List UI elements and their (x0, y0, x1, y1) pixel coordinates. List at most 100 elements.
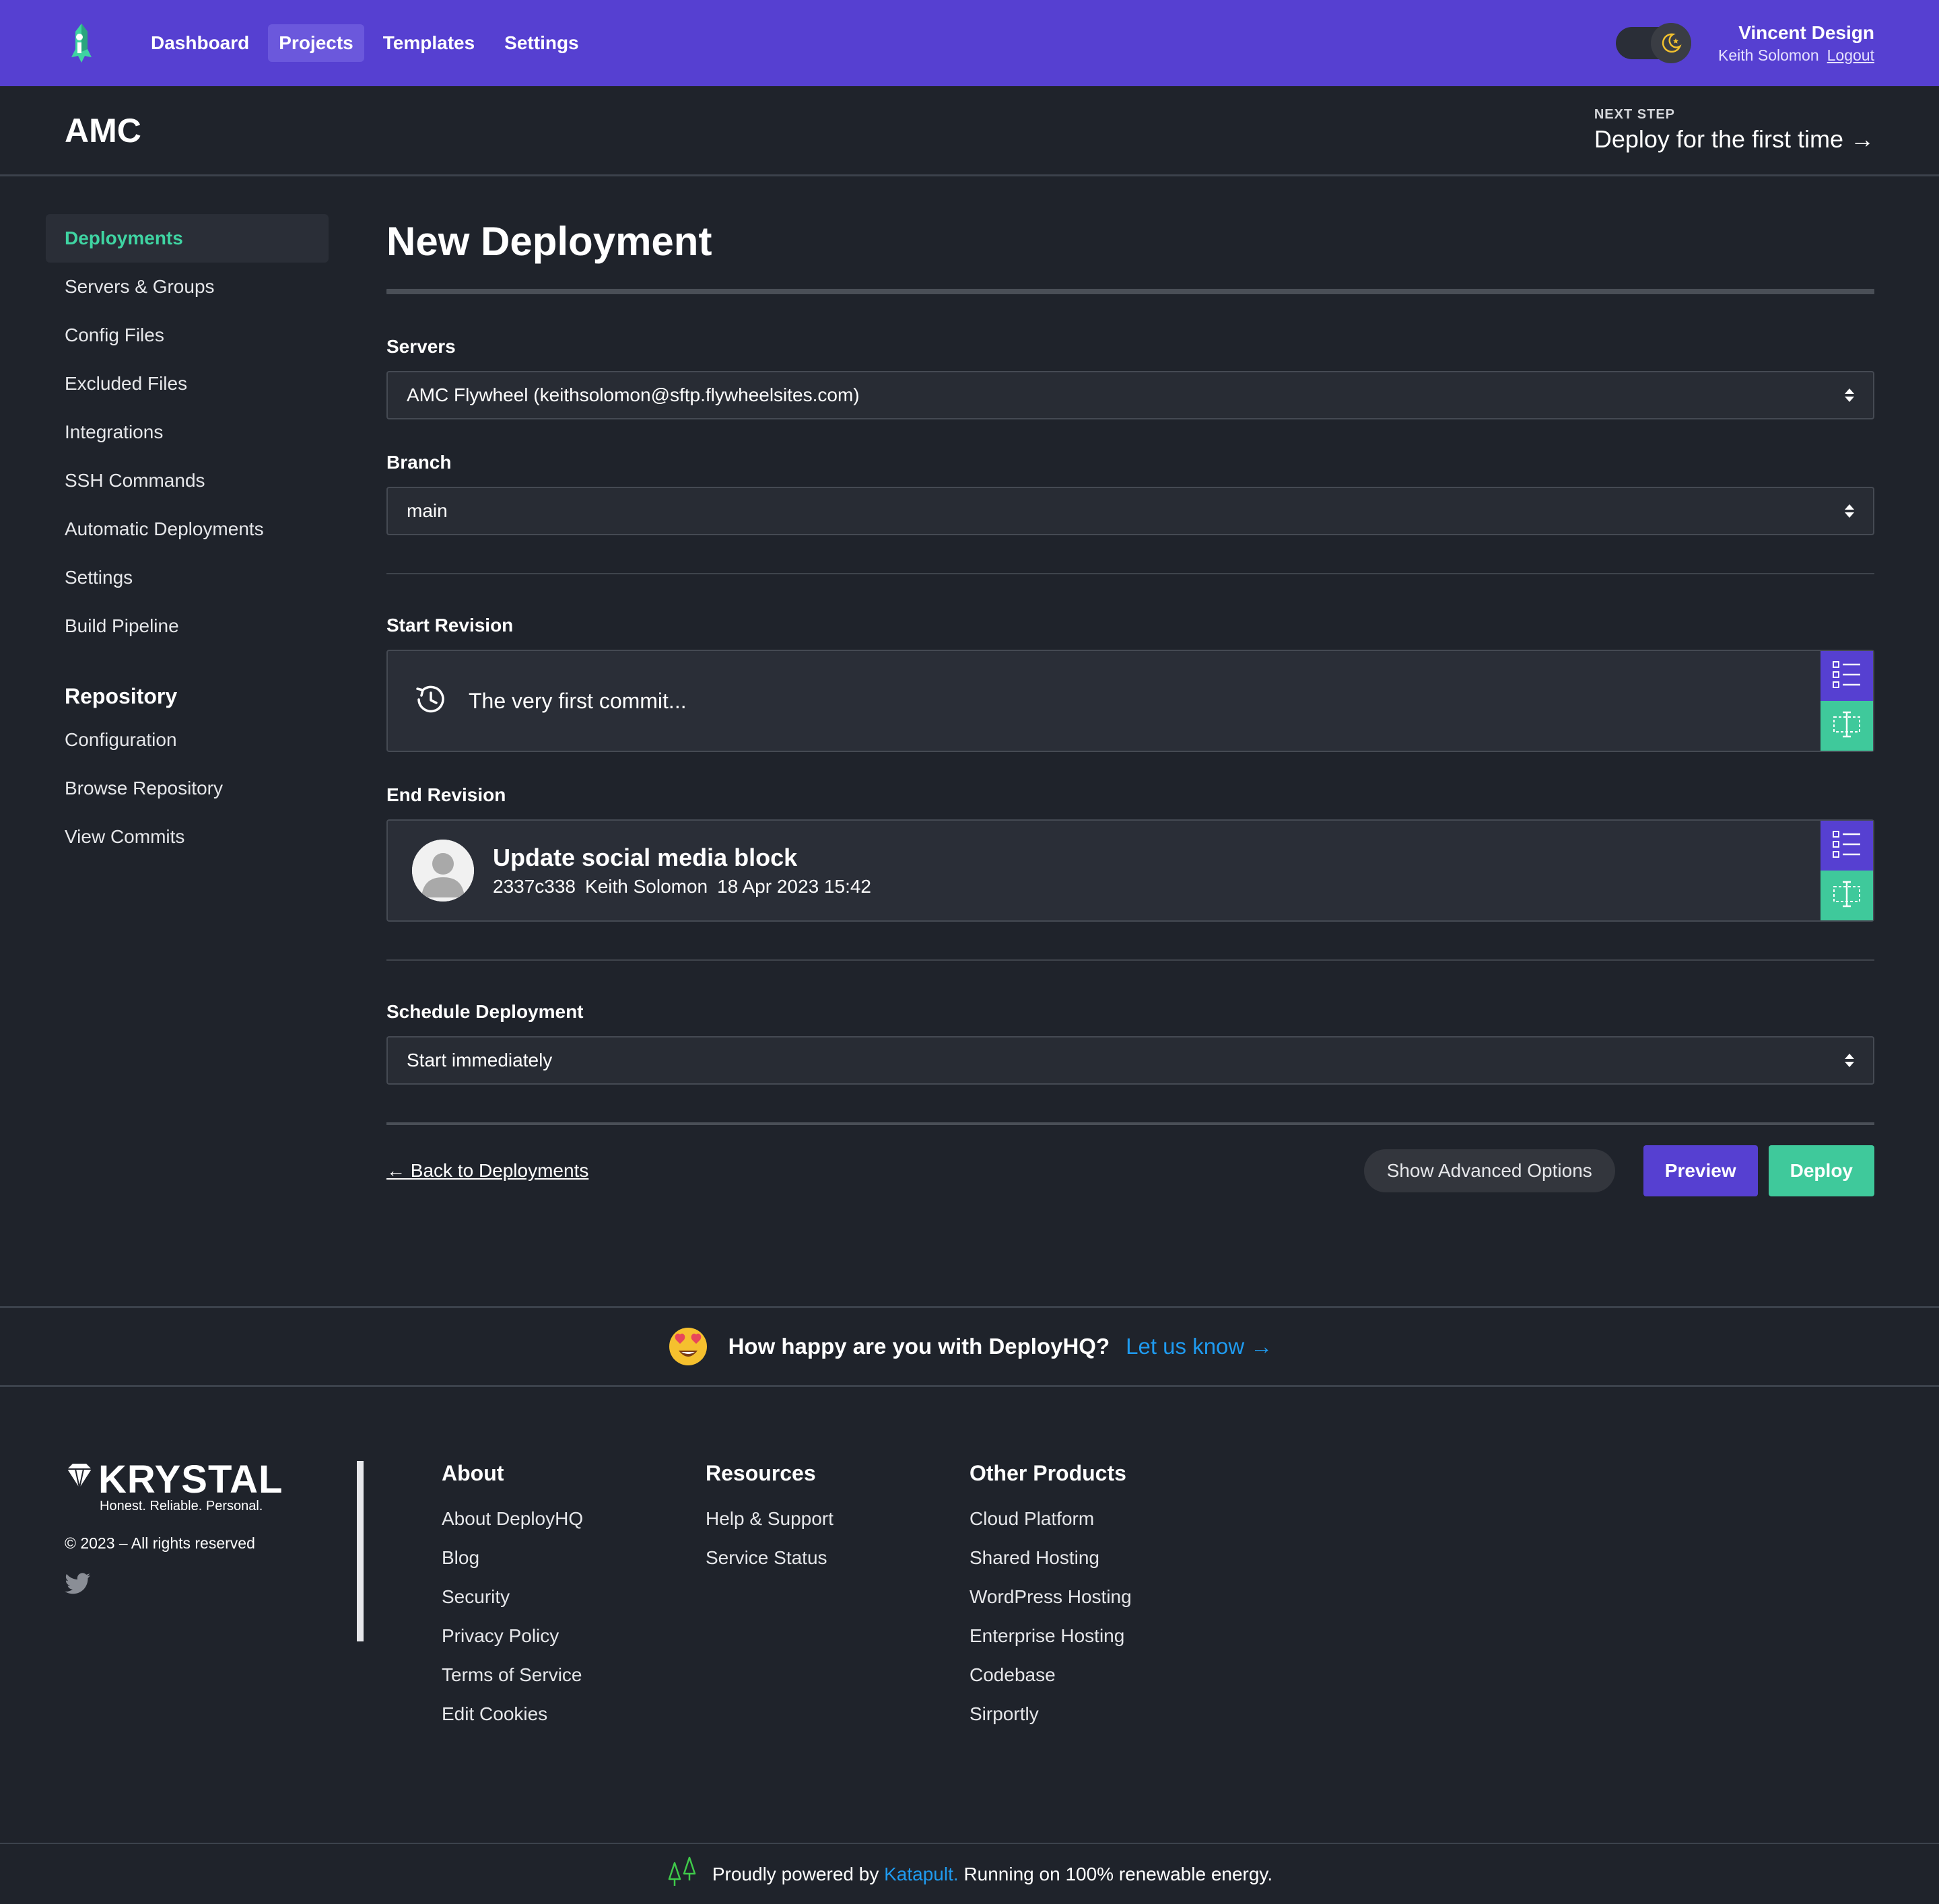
servers-select-value: AMC Flywheel (keithsolomon@sftp.flywheel… (407, 384, 860, 405)
powered-prefix: Proudly powered by (712, 1863, 879, 1884)
feedback-bar: How happy are you with DeployHQ? Let us … (0, 1306, 1939, 1387)
deploy-button[interactable]: Deploy (1768, 1145, 1874, 1196)
sidebar-item-excluded-files[interactable]: Excluded Files (46, 360, 329, 408)
moon-icon (1651, 23, 1692, 63)
footer-col-other-products: Other Products Cloud Platform Shared Hos… (970, 1461, 1233, 1734)
footer-link-wordpress-hosting[interactable]: WordPress Hosting (970, 1577, 1233, 1617)
powered-by-text: Proudly powered by Katapult. Running on … (712, 1864, 1272, 1885)
commit-title: Update social media block (493, 844, 798, 871)
page: Dashboard Projects Templates Settings Vi… (0, 0, 1939, 1904)
katapult-link[interactable]: Katapult. (884, 1864, 959, 1884)
commit-date: 18 Apr 2023 15:42 (717, 876, 871, 897)
start-revision-value: The very first commit... (469, 688, 687, 713)
footer-link-privacy-policy[interactable]: Privacy Policy (442, 1617, 706, 1656)
sidebar-item-config-files[interactable]: Config Files (46, 311, 329, 360)
next-step: NEXT STEP Deploy for the first time → (1594, 107, 1874, 154)
select-arrows-icon (1845, 388, 1854, 402)
preview-button[interactable]: Preview (1643, 1145, 1758, 1196)
sidebar-item-servers-groups[interactable]: Servers & Groups (46, 263, 329, 311)
top-nav: Dashboard Projects Templates Settings Vi… (0, 0, 1939, 86)
footer-link-security[interactable]: Security (442, 1577, 706, 1617)
choose-from-list-button[interactable] (1821, 821, 1873, 871)
sidebar-item-build-pipeline[interactable]: Build Pipeline (46, 602, 329, 650)
footer-link-about-deployhq[interactable]: About DeployHQ (442, 1499, 706, 1538)
sidebar-item-automatic-deployments[interactable]: Automatic Deployments (46, 505, 329, 553)
sidebar-item-configuration[interactable]: Configuration (46, 716, 329, 764)
footer-heading-about: About (442, 1461, 504, 1485)
list-icon (1832, 660, 1862, 693)
schedule-select[interactable]: Start immediately (386, 1036, 1874, 1085)
sidebar-item-view-commits[interactable]: View Commits (46, 813, 329, 861)
start-revision-actions (1821, 651, 1873, 751)
select-arrows-icon (1845, 1054, 1854, 1067)
heart-eyes-emoji-icon (667, 1324, 710, 1370)
feedback-link[interactable]: Let us know → (1126, 1334, 1272, 1359)
nav-templates[interactable]: Templates (372, 24, 485, 62)
commit-author: Keith Solomon (585, 876, 708, 897)
nav-projects[interactable]: Projects (268, 24, 364, 62)
end-revision-box[interactable]: Update social media block 2337c338 Keith … (386, 819, 1874, 922)
project-header: AMC NEXT STEP Deploy for the first time … (0, 86, 1939, 176)
powered-by-bar: Proudly powered by Katapult. Running on … (0, 1843, 1939, 1904)
enter-revision-button[interactable] (1821, 701, 1873, 751)
next-step-link[interactable]: Deploy for the first time → (1594, 125, 1874, 154)
sidebar-item-settings[interactable]: Settings (46, 553, 329, 602)
footer-link-help-support[interactable]: Help & Support (706, 1499, 970, 1538)
form-footer-divider (386, 1122, 1874, 1125)
powered-suffix: Running on 100% renewable energy. (963, 1863, 1273, 1884)
sidebar-item-ssh-commands[interactable]: SSH Commands (46, 456, 329, 505)
copyright: © 2023 – All rights reserved (65, 1534, 255, 1552)
project-title: AMC (65, 111, 141, 149)
end-revision-group: End Revision Update social media block 2… (386, 784, 1874, 922)
footer-link-cloud-platform[interactable]: Cloud Platform (970, 1499, 1233, 1538)
start-revision-label: Start Revision (386, 615, 514, 636)
choose-from-list-button[interactable] (1821, 651, 1873, 701)
sidebar-item-deployments[interactable]: Deployments (46, 214, 329, 263)
back-to-deployments-link[interactable]: ← Back to Deployments (386, 1160, 588, 1182)
footer-link-edit-cookies[interactable]: Edit Cookies (442, 1695, 706, 1734)
logout-link[interactable]: Logout (1827, 46, 1874, 64)
schedule-group: Schedule Deployment Start immediately (386, 1001, 1874, 1085)
footer-link-enterprise-hosting[interactable]: Enterprise Hosting (970, 1617, 1233, 1656)
nav-dashboard[interactable]: Dashboard (140, 24, 260, 62)
end-revision-label: End Revision (386, 784, 506, 805)
history-icon (411, 679, 451, 723)
krystal-logo[interactable]: KRYSTAL (65, 1460, 357, 1499)
sidebar-item-integrations[interactable]: Integrations (46, 408, 329, 456)
start-revision-box[interactable]: The very first commit... (386, 650, 1874, 752)
show-advanced-options-button[interactable]: Show Advanced Options (1363, 1149, 1615, 1192)
footer-link-codebase[interactable]: Codebase (970, 1656, 1233, 1695)
sidebar-repository-heading: Repository (65, 684, 178, 708)
deployhq-logo-icon[interactable] (65, 22, 98, 64)
footer-heading-other-products: Other Products (970, 1461, 1126, 1485)
footer-link-shared-hosting[interactable]: Shared Hosting (970, 1538, 1233, 1577)
branch-select-value: main (407, 500, 448, 521)
servers-select[interactable]: AMC Flywheel (keithsolomon@sftp.flywheel… (386, 371, 1874, 419)
start-revision-body: The very first commit... (388, 651, 1821, 751)
theme-toggle[interactable] (1616, 23, 1692, 63)
footer-heading-resources: Resources (706, 1461, 816, 1485)
footer-link-terms-of-service[interactable]: Terms of Service (442, 1656, 706, 1695)
action-buttons: Show Advanced Options Preview Deploy (1363, 1145, 1874, 1196)
trees-icon (667, 1856, 700, 1892)
nav-user-area: Vincent Design Keith Solomon Logout (1616, 0, 1874, 86)
krystal-tagline: Honest. Reliable. Personal. (100, 1499, 263, 1514)
list-icon (1832, 829, 1862, 862)
footer-brand: KRYSTAL Honest. Reliable. Personal. © 20… (65, 1460, 357, 1734)
footer-link-sirportly[interactable]: Sirportly (970, 1695, 1233, 1734)
diamond-icon (65, 1461, 94, 1494)
branch-select[interactable]: main (386, 487, 1874, 535)
end-revision-actions (1821, 821, 1873, 920)
footer-link-service-status[interactable]: Service Status (706, 1538, 970, 1577)
end-revision-body: Update social media block 2337c338 Keith … (388, 821, 1821, 920)
nav-settings[interactable]: Settings (494, 24, 589, 62)
footer-link-blog[interactable]: Blog (442, 1538, 706, 1577)
enter-revision-button[interactable] (1821, 871, 1873, 920)
branch-label: Branch (386, 452, 452, 473)
sidebar-item-browse-repository[interactable]: Browse Repository (46, 764, 329, 813)
text-cursor-icon (1832, 710, 1862, 743)
schedule-label: Schedule Deployment (386, 1001, 584, 1022)
title-divider (386, 289, 1874, 294)
user-line: Keith Solomon Logout (1718, 46, 1874, 65)
twitter-icon[interactable] (65, 1573, 357, 1599)
